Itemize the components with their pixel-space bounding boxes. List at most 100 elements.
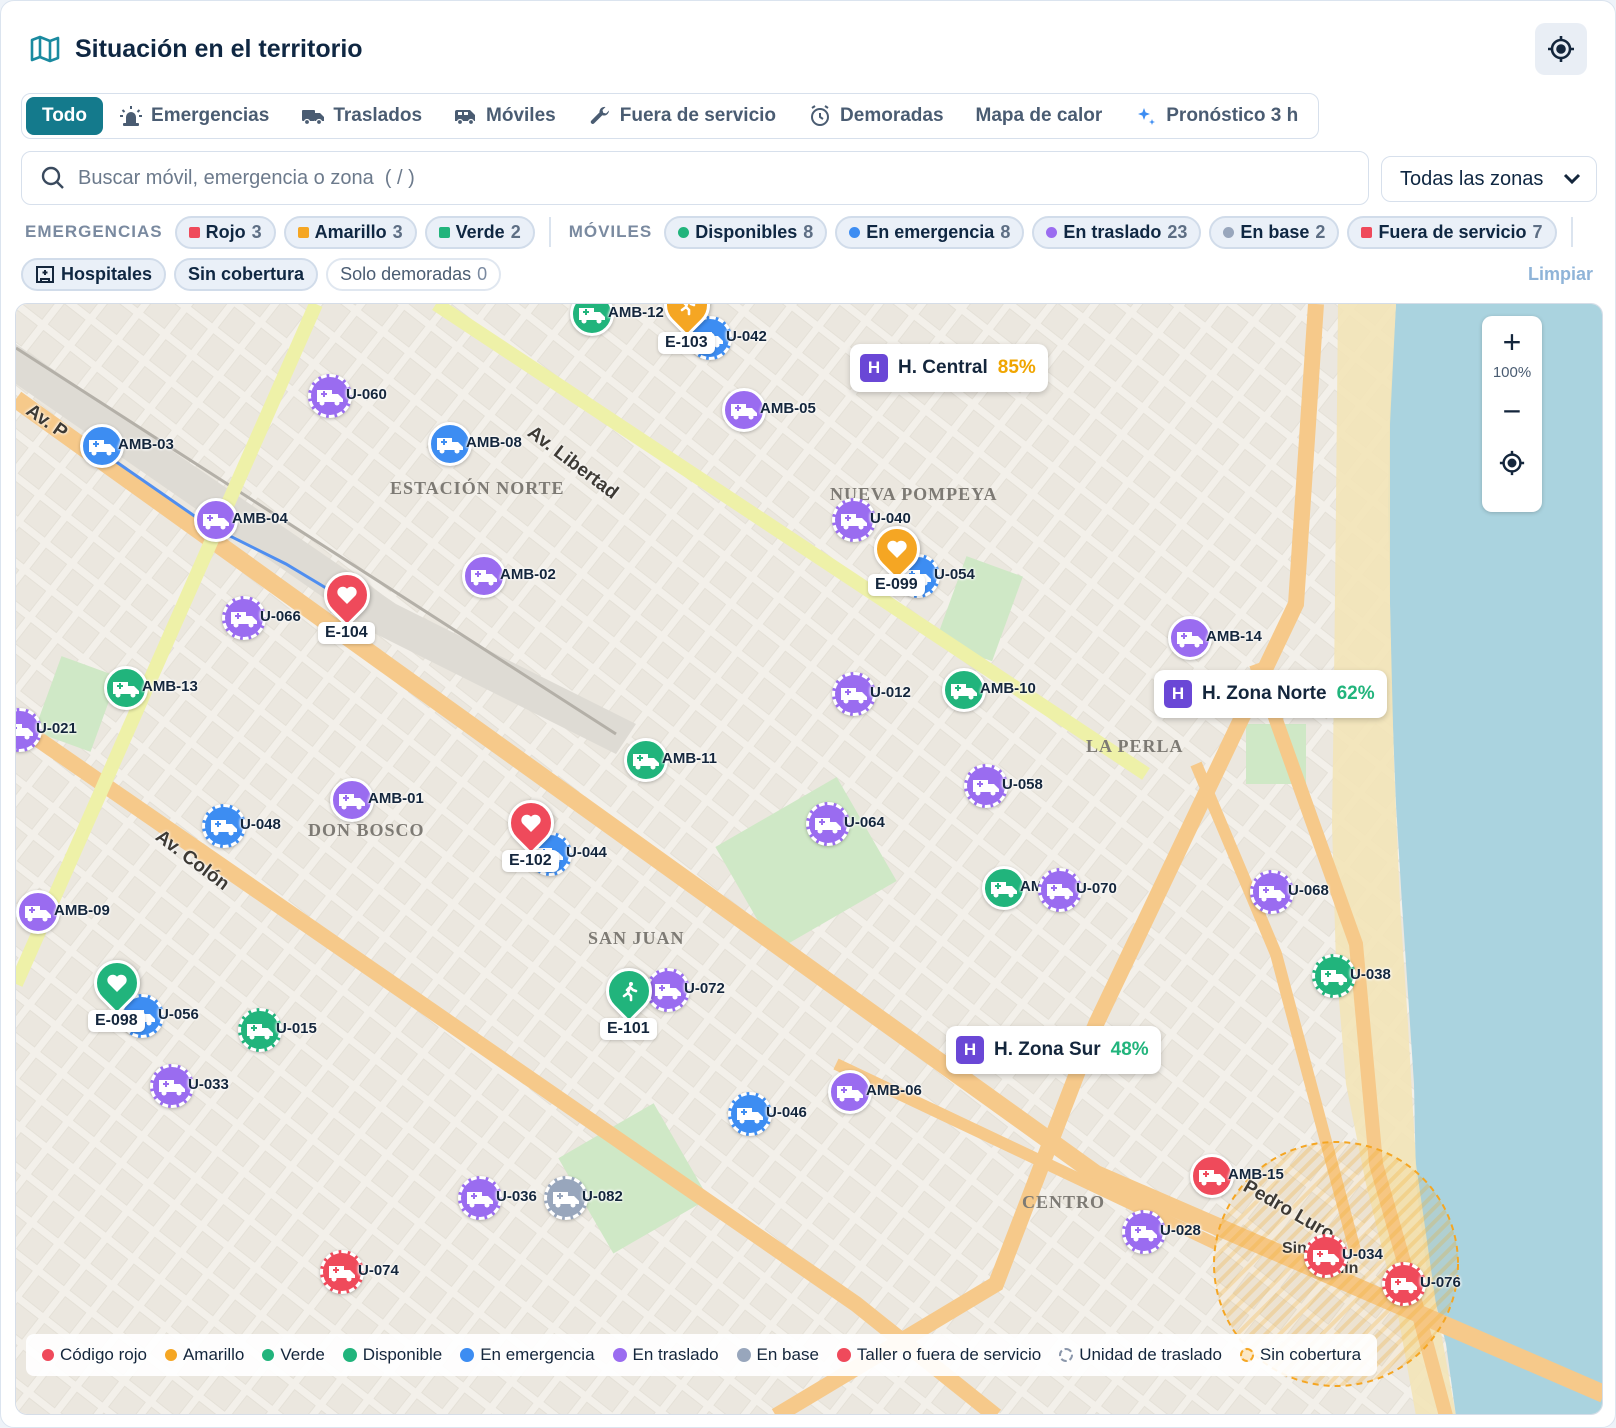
ambulance-icon (633, 754, 659, 770)
chip-label: En base (1240, 221, 1310, 242)
tab-pronostico[interactable]: Pronóstico 3 h (1118, 97, 1314, 135)
unit-label: U-042 (726, 328, 767, 345)
hospital-icon: H (956, 1036, 984, 1064)
chip-label: Sin cobertura (188, 263, 305, 284)
emergency-label: E-103 (658, 332, 715, 354)
hospital-icon: H (1164, 680, 1192, 708)
tab-emergencias[interactable]: Emergencias (103, 97, 285, 135)
ambulance-gray-icon (736, 1348, 751, 1362)
filter-chip-hospitales[interactable]: Hospitales (21, 257, 167, 291)
unit-label: AMB-02 (500, 566, 556, 583)
search-input[interactable] (78, 166, 1278, 190)
hospital-card-zona-sur[interactable]: H H. Zona Sur 48% (946, 1026, 1161, 1074)
runner-icon (622, 982, 638, 1002)
ambulance-icon (113, 682, 139, 698)
unit-label: AMB-12 (608, 304, 664, 321)
ambulance-icon (841, 514, 867, 530)
tab-demoradas[interactable]: Demoradas (792, 97, 960, 135)
ambulance-icon (339, 794, 365, 810)
filter-chip-amarillo[interactable]: Amarillo 3 (283, 215, 417, 249)
filter-chip-disponibles[interactable]: Disponibles 8 (664, 215, 828, 249)
unit-label: U-074 (358, 1262, 399, 1279)
filter-chip-en-emergencia[interactable]: En emergencia 8 (835, 215, 1025, 249)
hospital-card-zona-norte[interactable]: H H. Zona Norte 62% (1154, 670, 1387, 718)
hospital-name: H. Central (898, 357, 988, 378)
van-icon (455, 110, 476, 126)
unit-label: U-076 (1420, 1274, 1461, 1291)
unit-label: U-046 (766, 1104, 807, 1121)
filter-chip-en-traslado[interactable]: En traslado 23 (1032, 215, 1202, 249)
territory-panel: Situación en el territorio Todo Emergenc… (0, 0, 1616, 1428)
chip-count: 2 (1315, 221, 1326, 242)
hospital-building-icon (36, 266, 54, 283)
tab-label: Fuera de servicio (619, 105, 777, 126)
tab-fuera-de-servicio[interactable]: Fuera de servicio (572, 97, 792, 135)
ambulance-icon (203, 514, 229, 530)
tab-todo[interactable]: Todo (26, 97, 104, 135)
runner-icon (680, 304, 696, 316)
panel-header: Situación en el territorio (29, 31, 363, 67)
unit-label: U-034 (1342, 1246, 1383, 1263)
gray-dot-icon (1223, 226, 1235, 238)
zoom-in-button[interactable]: + (1482, 316, 1542, 368)
unit-label: AMB-10 (980, 680, 1036, 697)
tab-moviles[interactable]: Móviles (438, 97, 572, 135)
ambulance-icon (1177, 632, 1203, 648)
area-label: LA PERLA (1086, 736, 1184, 756)
green-dot-icon (262, 1349, 275, 1361)
tab-traslados[interactable]: Traslados (285, 97, 438, 135)
unit-label: U-015 (276, 1020, 317, 1037)
view-tabs: Todo Emergencias Traslados Móviles Fuera… (21, 93, 1320, 139)
filter-chip-verde[interactable]: Verde 2 (424, 215, 535, 249)
filter-chip-sin-cobertura[interactable]: Sin cobertura (174, 257, 319, 291)
search-icon (41, 166, 64, 189)
filter-chip-fuera-de-servicio[interactable]: Fuera de servicio 7 (1347, 215, 1557, 249)
ambulance-icon (437, 438, 463, 454)
filter-chip-solo-demoradas[interactable]: Solo demoradas 0 (326, 257, 502, 291)
tab-label: Todo (42, 105, 88, 126)
territory-map[interactable]: ESTACIÓN NORTE NUEVA POMPEYA LA PERLA DO… (15, 303, 1603, 1415)
unit-label: U-040 (870, 510, 911, 527)
filter-chip-rojo[interactable]: Rojo 3 (174, 215, 276, 249)
ambulance-icon (471, 570, 497, 586)
unit-label: U-064 (844, 814, 885, 831)
chip-count: 8 (1000, 221, 1011, 242)
unit-label: U-066 (260, 608, 301, 625)
legend-item: En traslado (612, 1345, 719, 1365)
area-label: DON BOSCO (308, 820, 425, 840)
filter-chip-en-base[interactable]: En base 2 (1209, 215, 1340, 249)
chip-label: En emergencia (866, 221, 995, 242)
map-legend: Código rojo Amarillo Verde Disponible En… (26, 1334, 1378, 1376)
chip-count: 7 (1532, 221, 1543, 242)
ambulance-icon (973, 780, 999, 796)
tab-mapa-de-calor[interactable]: Mapa de calor (960, 97, 1119, 135)
locate-button[interactable] (1535, 23, 1587, 75)
unit-label: AMB-06 (866, 1082, 922, 1099)
legend-label: Disponible (362, 1345, 443, 1364)
tab-label: Emergencias (151, 105, 270, 126)
ambulance-icon (737, 1108, 763, 1124)
zoom-controls: + 100% − (1482, 316, 1542, 512)
chip-count: 8 (803, 221, 814, 242)
emergency-label: E-098 (88, 1010, 145, 1032)
zone-select[interactable]: Todas las zonas (1381, 156, 1597, 202)
hospital-card-central[interactable]: H H. Central 85% (850, 344, 1048, 392)
hospital-load: 62% (1336, 683, 1375, 704)
chip-count: 23 (1167, 221, 1188, 242)
unit-label: U-072 (684, 980, 725, 997)
unit-label: AMB-08 (466, 434, 522, 451)
heart-icon (107, 974, 127, 992)
unit-label: U-033 (188, 1076, 229, 1093)
ambulance-icon (841, 688, 867, 704)
hospital-icon: H (860, 354, 888, 382)
clear-filters-link[interactable]: Limpiar (1528, 264, 1601, 285)
ambulance-icon (467, 1192, 493, 1208)
filter-group-label: EMERGENCIAS (25, 222, 163, 241)
ambulance-icon (317, 390, 343, 406)
recenter-button[interactable] (1482, 437, 1542, 489)
unit-label: AMB-13 (142, 678, 198, 695)
red-dot-icon (42, 1349, 54, 1361)
zoom-out-button[interactable]: − (1482, 385, 1542, 437)
ambulance-icon (991, 882, 1017, 898)
ambulance-icon (1131, 1226, 1157, 1242)
